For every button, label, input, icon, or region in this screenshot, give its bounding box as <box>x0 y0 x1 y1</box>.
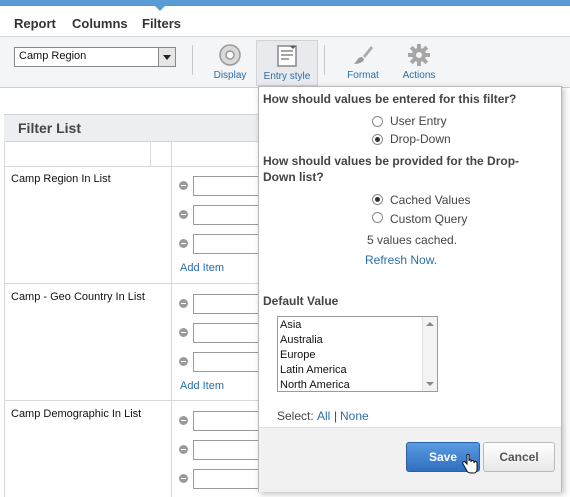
grid-divider <box>4 141 5 497</box>
select-separator: | <box>334 409 338 423</box>
filter-value-input[interactable] <box>193 205 259 225</box>
filter-list-title: Filter List <box>18 120 82 136</box>
menu-columns[interactable]: Columns <box>72 16 128 31</box>
dropdown-radio[interactable] <box>372 134 383 145</box>
grid-divider <box>4 400 258 401</box>
toolbar-divider <box>192 45 193 75</box>
scroll-down-icon[interactable] <box>426 382 434 386</box>
listbox-scrollbar[interactable] <box>422 317 437 391</box>
entry-style-icon <box>277 45 297 67</box>
grid-divider <box>4 166 258 167</box>
refresh-now-link[interactable]: Refresh Now. <box>365 253 437 267</box>
remove-value-icon[interactable] <box>179 299 188 308</box>
toolbar: Camp Region Display Entry style Format A… <box>0 37 570 88</box>
filter-value-input[interactable] <box>193 323 259 343</box>
entry-style-label: Entry style <box>263 71 311 82</box>
remove-value-icon[interactable] <box>179 181 188 190</box>
remove-value-icon[interactable] <box>179 239 188 248</box>
menu-report[interactable]: Report <box>14 16 56 31</box>
dropdown-label: Drop-Down <box>390 132 451 146</box>
user-entry-label: User Entry <box>390 114 447 128</box>
field-select-value: Camp Region <box>19 50 87 62</box>
menu-filters[interactable]: Filters <box>142 16 181 31</box>
list-item[interactable]: North America <box>280 379 350 391</box>
cancel-button[interactable]: Cancel <box>483 442 555 472</box>
display-button[interactable]: Display <box>200 40 260 84</box>
custom-query-label: Custom Query <box>390 212 468 226</box>
cached-values-label: Cached Values <box>390 193 471 207</box>
actions-button[interactable]: Actions <box>389 40 449 84</box>
chevron-down-icon[interactable] <box>158 48 175 66</box>
add-item-link[interactable]: Add Item <box>180 380 224 392</box>
entry-question: How should values be entered for this fi… <box>263 92 517 106</box>
custom-query-radio[interactable] <box>372 212 383 223</box>
filter-value-input[interactable] <box>193 352 259 372</box>
remove-value-icon[interactable] <box>179 328 188 337</box>
grid-divider <box>150 141 151 166</box>
filter-value-input[interactable] <box>193 294 259 314</box>
gear-icon <box>408 44 430 66</box>
list-item[interactable]: Europe <box>280 349 315 361</box>
grid-divider <box>4 283 258 284</box>
filter-value-input[interactable] <box>193 469 259 489</box>
select-none-link[interactable]: None <box>340 409 369 423</box>
default-value-label: Default Value <box>263 294 339 308</box>
grid-divider <box>171 141 172 497</box>
select-all-link[interactable]: All <box>317 409 330 423</box>
list-item[interactable]: Latin America <box>280 364 347 376</box>
filter-row-label: Camp Demographic In List <box>11 408 142 420</box>
filter-value-input[interactable] <box>193 440 259 460</box>
remove-value-icon[interactable] <box>179 416 188 425</box>
select-label: Select: <box>277 409 314 423</box>
remove-value-icon[interactable] <box>179 445 188 454</box>
cached-values-radio[interactable] <box>372 194 383 205</box>
display-icon <box>219 44 241 66</box>
add-item-link[interactable]: Add Item <box>180 262 224 274</box>
user-entry-radio[interactable] <box>372 116 383 127</box>
field-select[interactable]: Camp Region <box>14 47 176 67</box>
filter-row-label: Camp Region In List <box>11 173 111 185</box>
cached-count-text: 5 values cached. <box>367 233 458 247</box>
list-item[interactable]: Asia <box>280 319 301 331</box>
entry-style-button[interactable]: Entry style <box>256 40 318 86</box>
toolbar-divider <box>324 45 325 75</box>
scroll-up-icon[interactable] <box>426 322 434 326</box>
filter-value-input[interactable] <box>193 234 259 254</box>
actions-label: Actions <box>402 70 436 81</box>
paintbrush-icon <box>354 46 373 64</box>
display-label: Display <box>213 70 247 81</box>
format-button[interactable]: Format <box>333 40 393 84</box>
provided-question: How should values be provided for the Dr… <box>263 154 520 184</box>
remove-value-icon[interactable] <box>179 357 188 366</box>
filter-value-input[interactable] <box>193 411 259 431</box>
filter-value-input[interactable] <box>193 176 259 196</box>
remove-value-icon[interactable] <box>179 210 188 219</box>
filter-row-label: Camp - Geo Country In List <box>11 291 145 303</box>
remove-value-icon[interactable] <box>179 474 188 483</box>
hand-cursor-icon <box>462 454 478 474</box>
format-label: Format <box>347 70 379 81</box>
entry-style-popup: How should values be entered for this fi… <box>258 86 562 492</box>
default-value-listbox[interactable]: Asia Australia Europe Latin America Nort… <box>277 316 438 392</box>
menu-bar: Report Columns Filters <box>0 6 570 37</box>
list-item[interactable]: Australia <box>280 334 323 346</box>
